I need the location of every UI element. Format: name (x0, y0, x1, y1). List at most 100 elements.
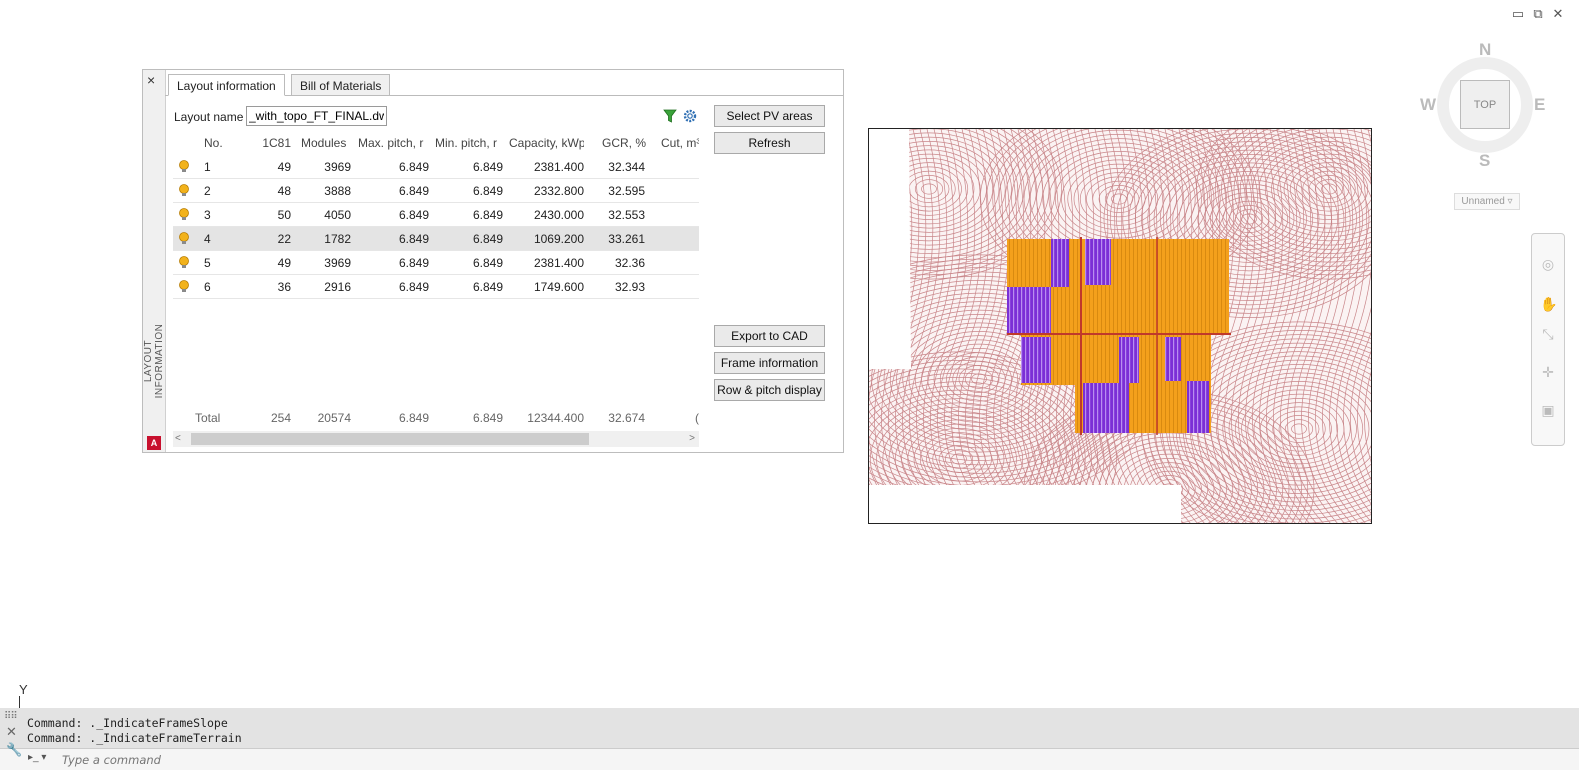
table-cell: 3 (204, 208, 211, 222)
ucs-dropdown[interactable]: Unnamed ▿ (1454, 193, 1520, 210)
settings-gear-icon[interactable] (683, 109, 697, 123)
table-row[interactable]: 3 50 4050 6.849 6.849 2430.000 32.553 (173, 203, 699, 227)
table-cell: 49 (277, 256, 291, 270)
export-to-cad-button[interactable]: Export to CAD (714, 325, 825, 347)
column-header-min-pitch[interactable]: Min. pitch, r (435, 131, 502, 155)
tab-layout-information[interactable]: Layout information (168, 74, 285, 96)
table-cell: 6.849 (398, 208, 429, 222)
scroll-left-icon[interactable]: < (175, 431, 181, 447)
minimize-icon[interactable]: ▭ (1511, 6, 1525, 22)
scrollbar-thumb[interactable] (191, 433, 589, 445)
table-cell: 5 (204, 256, 211, 270)
layout-name-label: Layout name (174, 110, 244, 124)
total-min-pitch: 6.849 (472, 411, 503, 425)
tab-bill-of-materials[interactable]: Bill of Materials (291, 74, 391, 96)
command-history: ⠿⠿ ✕ Command: ._IndicateFrameSlope Comma… (0, 708, 1579, 748)
app-logo-icon[interactable]: A (147, 436, 161, 450)
refresh-button[interactable]: Refresh (714, 132, 825, 154)
frame-information-button[interactable]: Frame information (714, 352, 825, 374)
layout-name-input[interactable] (246, 106, 387, 126)
command-input-bar: ▸_ ▾ (0, 748, 1579, 770)
table-cell: 6.849 (472, 208, 503, 222)
palette-close-icon[interactable]: × (147, 72, 155, 88)
drawing-viewport[interactable] (868, 128, 1372, 524)
column-header-no[interactable]: No. (204, 131, 234, 155)
total-label: Total (195, 411, 221, 425)
column-header-modules[interactable]: Modules (301, 131, 351, 155)
column-header-max-pitch[interactable]: Max. pitch, r (358, 131, 428, 155)
window-controls: ▭ ⧉ ✕ (1511, 6, 1565, 22)
table-total-row: Total 254 20574 6.849 6.849 12344.400 32… (173, 406, 699, 428)
table-cell: 4 (204, 232, 211, 246)
command-history-line: Command: ._IndicateFrameTerrain (27, 731, 242, 745)
close-icon[interactable]: ✕ (1551, 6, 1565, 22)
visibility-bulb-icon[interactable] (178, 160, 190, 174)
table-cell: 1749.600 (533, 280, 584, 294)
select-pv-areas-button[interactable]: Select PV areas (714, 105, 825, 127)
steering-wheel-icon[interactable]: ◎ (1540, 256, 1556, 272)
navigation-bar: ◎ ✋ ⤡ ✛ ▣ (1531, 233, 1565, 446)
table-cell: 6.849 (472, 256, 503, 270)
restore-icon[interactable]: ⧉ (1531, 6, 1545, 22)
column-header-1c81[interactable]: 1C81 (253, 131, 291, 155)
command-history-line: Command: ._IndicateFrameSlope (27, 716, 228, 730)
total-1c81: 254 (270, 411, 291, 425)
table-cell: 6 (204, 280, 211, 294)
palette-title-strip[interactable]: × LAYOUT INFORMATION A (143, 70, 166, 452)
table-cell: 33.261 (608, 232, 645, 246)
customize-wrench-icon[interactable]: 🔧 (6, 742, 22, 758)
ucs-y-axis-label: Y (19, 682, 28, 697)
table-cell: 32.93 (614, 280, 645, 294)
column-header-capacity[interactable]: Capacity, kWp (509, 131, 584, 155)
total-max-pitch: 6.849 (398, 411, 429, 425)
table-cell: 2 (204, 184, 211, 198)
table-row[interactable]: 4 22 1782 6.849 6.849 1069.200 33.261 (173, 227, 699, 251)
table-row[interactable]: 2 48 3888 6.849 6.849 2332.800 32.595 (173, 179, 699, 203)
zoom-extents-icon[interactable]: ⤡ (1540, 326, 1556, 342)
visibility-bulb-icon[interactable] (178, 256, 190, 270)
layout-table: No. 1C81 Modules Max. pitch, r Min. pitc… (173, 130, 699, 430)
table-cell: 6.849 (472, 184, 503, 198)
row-pitch-display-button[interactable]: Row & pitch display (714, 379, 825, 401)
table-cell: 2332.800 (533, 184, 584, 198)
command-grip-icon[interactable]: ⠿⠿ (4, 711, 18, 722)
table-row[interactable]: 5 49 3969 6.849 6.849 2381.400 32.36 (173, 251, 699, 275)
table-cell: 2430.000 (533, 208, 584, 222)
table-cell: 32.36 (614, 256, 645, 270)
table-cell: 32.595 (608, 184, 645, 198)
table-cell: 2381.400 (533, 256, 584, 270)
visibility-bulb-icon[interactable] (178, 280, 190, 294)
orbit-icon[interactable]: ✛ (1540, 364, 1556, 380)
visibility-bulb-icon[interactable] (178, 184, 190, 198)
table-cell: 2381.400 (533, 160, 584, 174)
visibility-bulb-icon[interactable] (178, 208, 190, 222)
table-row[interactable]: 1 49 3969 6.849 6.849 2381.400 32.344 (173, 155, 699, 179)
table-cell: 36 (277, 280, 291, 294)
table-cell: 2916 (324, 280, 351, 294)
site-plan-drawing (869, 129, 1371, 523)
table-cell: 6.849 (398, 256, 429, 270)
visibility-bulb-icon[interactable] (178, 232, 190, 246)
command-input[interactable] (60, 750, 664, 770)
command-close-icon[interactable]: ✕ (6, 724, 17, 740)
viewcube-top-face[interactable]: TOP (1460, 80, 1510, 129)
command-prompt-icon[interactable]: ▸_ ▾ (28, 752, 54, 766)
table-cell: 3969 (324, 160, 351, 174)
filter-icon[interactable] (663, 109, 677, 123)
column-header-cut[interactable]: Cut, m³ (661, 131, 699, 155)
table-horizontal-scrollbar[interactable]: < > (173, 431, 699, 447)
table-cell: 6.849 (472, 160, 503, 174)
showmotion-icon[interactable]: ▣ (1540, 402, 1556, 418)
palette-side-title: LAYOUT INFORMATION (143, 323, 165, 399)
table-cell: 32.553 (608, 208, 645, 222)
column-header-gcr[interactable]: GCR, % (602, 131, 647, 155)
table-row[interactable]: 6 36 2916 6.849 6.849 1749.600 32.93 (173, 275, 699, 299)
layout-information-palette: × LAYOUT INFORMATION A Layout informatio… (142, 69, 844, 453)
scroll-right-icon[interactable]: > (689, 431, 695, 447)
pan-hand-icon[interactable]: ✋ (1540, 296, 1557, 312)
table-header: No. 1C81 Modules Max. pitch, r Min. pitc… (173, 131, 699, 155)
total-gcr: 32.674 (608, 411, 645, 425)
table-cell: 6.849 (398, 160, 429, 174)
total-cut: ( (695, 411, 699, 425)
table-cell: 6.849 (398, 280, 429, 294)
